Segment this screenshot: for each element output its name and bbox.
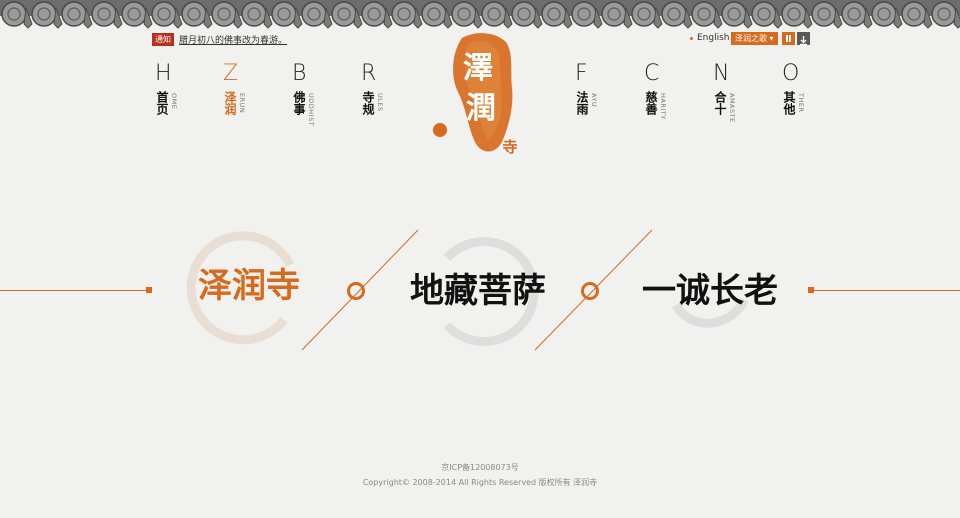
ring-icon (347, 282, 365, 300)
ring-icon (581, 282, 599, 300)
footer-icp: 京ICP备12008073号 (441, 463, 519, 472)
decorative-lines (186, 229, 749, 351)
feature-link-dizang[interactable]: 地藏菩萨 (410, 271, 546, 311)
footer-copyright: Copyright© 2008-2014 All Rights Reserved… (362, 478, 598, 487)
feature-link-yicheng[interactable]: 一诚长老 (642, 271, 778, 311)
feature-link-temple[interactable]: 泽润寺 (198, 266, 300, 306)
